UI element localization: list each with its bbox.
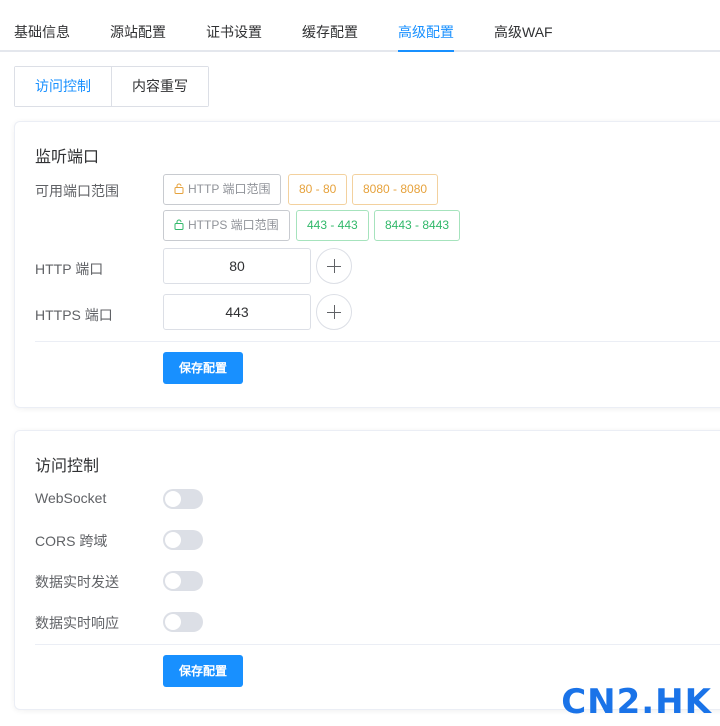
realtime-send-label: 数据实时发送 bbox=[35, 574, 119, 590]
sub-tab-access-control[interactable]: 访问控制 bbox=[15, 67, 111, 106]
tab-basic-info[interactable]: 基础信息 bbox=[14, 22, 70, 42]
http-range-tag-label: HTTP 端口范围 bbox=[188, 182, 271, 196]
websocket-label: WebSocket bbox=[35, 490, 107, 506]
tab-advanced-config[interactable]: 高级配置 bbox=[398, 22, 454, 52]
tab-certificate[interactable]: 证书设置 bbox=[206, 22, 262, 42]
tab-cache-config[interactable]: 缓存配置 bbox=[302, 22, 358, 42]
listen-card-title: 监听端口 bbox=[35, 149, 100, 166]
save-listen-button[interactable]: 保存配置 bbox=[163, 352, 243, 384]
tab-origin-config[interactable]: 源站配置 bbox=[110, 22, 166, 42]
listen-port-card: 监听端口 可用端口范围 HTTP 端口范围 80 - 80 8080 - 808… bbox=[14, 121, 720, 408]
sub-tab-content-rewrite[interactable]: 内容重写 bbox=[111, 67, 208, 106]
https-range-tag: HTTPS 端口范围 bbox=[163, 210, 290, 241]
top-tab-bar: 基础信息 源站配置 证书设置 缓存配置 高级配置 高级WAF bbox=[0, 0, 720, 52]
https-port-add-button[interactable] bbox=[316, 294, 352, 330]
lock-icon bbox=[174, 183, 184, 194]
http-range-item: 8080 - 8080 bbox=[352, 174, 439, 205]
realtime-response-switch[interactable] bbox=[163, 612, 203, 632]
port-range-label: 可用端口范围 bbox=[35, 183, 119, 199]
realtime-send-switch[interactable] bbox=[163, 571, 203, 591]
http-port-add-button[interactable] bbox=[316, 248, 352, 284]
tab-advanced-waf[interactable]: 高级WAF bbox=[494, 22, 553, 42]
realtime-response-label: 数据实时响应 bbox=[35, 615, 119, 631]
divider bbox=[35, 341, 720, 342]
watermark: CN2.HK bbox=[561, 682, 712, 722]
lock-icon bbox=[174, 219, 184, 230]
cors-label: CORS 跨域 bbox=[35, 533, 108, 549]
https-port-label: HTTPS 端口 bbox=[35, 307, 113, 323]
http-port-label: HTTP 端口 bbox=[35, 261, 104, 277]
http-port-input[interactable]: 80 bbox=[163, 248, 311, 284]
access-control-card: 访问控制 WebSocket CORS 跨域 数据实时发送 数据实时响应 保存配… bbox=[14, 430, 720, 710]
divider bbox=[35, 644, 720, 645]
http-range-tag: HTTP 端口范围 bbox=[163, 174, 282, 205]
access-card-title: 访问控制 bbox=[35, 458, 100, 475]
https-range-tag-label: HTTPS 端口范围 bbox=[188, 218, 279, 232]
sub-tab-bar: 访问控制 内容重写 bbox=[14, 66, 209, 107]
https-range-item: 443 - 443 bbox=[296, 210, 369, 241]
http-range-item: 80 - 80 bbox=[288, 174, 348, 205]
save-access-button[interactable]: 保存配置 bbox=[163, 655, 243, 687]
https-range-item: 8443 - 8443 bbox=[374, 210, 461, 241]
websocket-switch[interactable] bbox=[163, 489, 203, 509]
https-port-input[interactable]: 443 bbox=[163, 294, 311, 330]
cors-switch[interactable] bbox=[163, 530, 203, 550]
